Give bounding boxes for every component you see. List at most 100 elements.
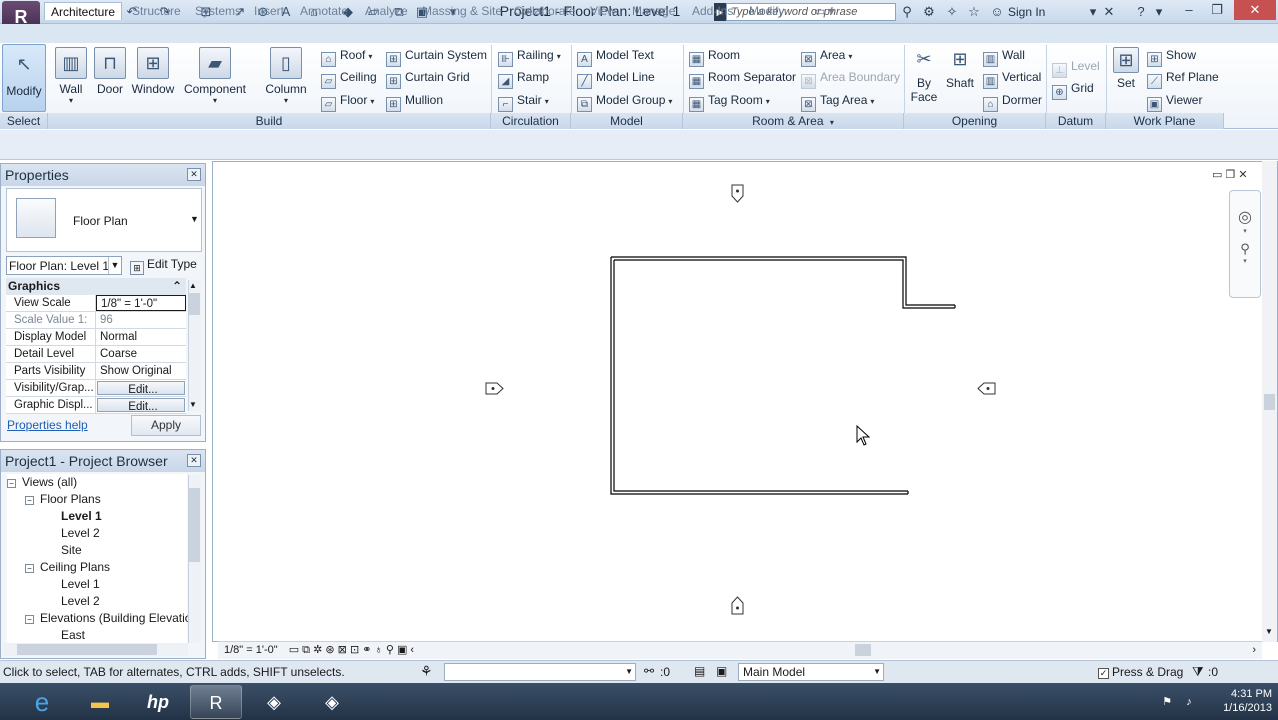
tab-structure[interactable]: Structure bbox=[132, 2, 181, 20]
model-line-button[interactable]: ╱ Model Line bbox=[577, 67, 655, 89]
app-taskbar-icon[interactable]: ◈ bbox=[248, 685, 300, 719]
temporary-hide-icon[interactable]: ⚭ bbox=[362, 644, 371, 656]
tray-volume-icon[interactable]: ♪ bbox=[1182, 695, 1196, 709]
steering-wheel-icon[interactable]: ◎ bbox=[1230, 207, 1260, 227]
communication-icon[interactable]: ✧ bbox=[943, 3, 961, 21]
scroll-up-icon[interactable]: ▲ bbox=[189, 281, 197, 290]
visibility-graphics-edit-button[interactable]: Edit... bbox=[97, 381, 185, 395]
roof-button[interactable]: ⌂ Roof ▾ bbox=[321, 45, 372, 67]
restore-window-icon[interactable]: ❐ bbox=[1204, 0, 1230, 20]
scrollbar-thumb[interactable] bbox=[189, 293, 200, 315]
browser-tree-item[interactable]: East bbox=[7, 627, 187, 644]
chevron-down-icon[interactable]: ▼ bbox=[108, 257, 121, 274]
design-option-edit-icon[interactable]: ▣ bbox=[716, 664, 727, 678]
file-explorer-icon[interactable]: ▬ bbox=[74, 685, 126, 719]
scroll-left-icon[interactable]: ‹ bbox=[410, 644, 414, 656]
zoom-icon[interactable]: ⚲ bbox=[1230, 241, 1260, 257]
subscription-icon[interactable]: ⚙ bbox=[920, 3, 938, 21]
detail-level-icon[interactable]: ▭ bbox=[289, 644, 299, 656]
ribbon-minimize-icon[interactable]: ▭ ▾ bbox=[814, 2, 835, 20]
help-icon[interactable]: ? bbox=[1132, 3, 1150, 21]
browser-tree-item[interactable]: − Ceiling Plans bbox=[7, 559, 187, 576]
sign-in-link[interactable]: Sign In bbox=[1008, 5, 1045, 19]
view-scale-select[interactable]: 1/8" = 1'-0" bbox=[96, 295, 186, 311]
tab-manage[interactable]: Manage bbox=[632, 2, 675, 20]
press-drag-checkbox[interactable]: ✓ Press & Drag bbox=[1098, 665, 1183, 679]
component-button[interactable]: ▰ Component ▾ bbox=[183, 47, 247, 105]
wall-button[interactable]: ▥ Wall ▾ bbox=[52, 47, 90, 105]
close-window-icon[interactable]: ✕ bbox=[1234, 0, 1276, 20]
tab-add-ins[interactable]: Add-Ins bbox=[692, 2, 733, 20]
tab-insert[interactable]: Insert bbox=[254, 2, 284, 20]
room-separator-button[interactable]: ▦ Room Separator bbox=[689, 67, 796, 89]
scroll-right-icon[interactable]: › bbox=[1252, 642, 1256, 659]
scrollbar-thumb[interactable] bbox=[1264, 394, 1275, 410]
minimize-window-icon[interactable]: – bbox=[1176, 0, 1202, 20]
reveal-hidden-icon[interactable]: ♁ bbox=[375, 644, 383, 656]
show-work-plane-button[interactable]: ⊞ Show bbox=[1147, 45, 1196, 67]
tab-collaborate[interactable]: Collaborate bbox=[514, 2, 575, 20]
favorites-star-icon[interactable]: ☆ bbox=[965, 3, 983, 21]
revit-taskbar-icon[interactable]: R bbox=[190, 685, 242, 719]
constraints-icon[interactable]: ▣ bbox=[397, 644, 407, 656]
tag-room-button[interactable]: ▦ Tag Room ▾ bbox=[689, 90, 770, 112]
app-taskbar-icon[interactable]: ◈ bbox=[306, 685, 358, 719]
scrollbar-thumb[interactable] bbox=[855, 644, 871, 656]
collapse-icon[interactable]: − bbox=[25, 496, 34, 505]
ref-plane-button[interactable]: ⟋ Ref Plane bbox=[1147, 67, 1219, 89]
room-button[interactable]: ▦ Room bbox=[689, 45, 740, 67]
view-scale-control[interactable]: 1/8" = 1'-0" bbox=[224, 644, 278, 656]
model-group-button[interactable]: ⧉ Model Group ▾ bbox=[577, 90, 672, 112]
browser-tree-item[interactable]: Level 1 bbox=[7, 576, 187, 593]
chevron-down-icon[interactable]: ▼ bbox=[190, 214, 199, 224]
browser-tree-item[interactable]: − Elevations (Building Elevatio bbox=[7, 610, 191, 627]
vertical-opening-button[interactable]: ▥ Vertical bbox=[983, 67, 1041, 89]
browser-tree-item[interactable]: Site bbox=[7, 542, 187, 559]
tab-architecture[interactable]: Architecture bbox=[44, 2, 123, 20]
group-graphics[interactable]: Graphics ⌃ bbox=[6, 278, 186, 295]
collapse-icon[interactable]: − bbox=[25, 564, 34, 573]
system-clock[interactable]: 4:31 PM 1/16/2013 bbox=[1200, 687, 1272, 715]
chevron-down-icon[interactable]: ▾ bbox=[1230, 227, 1260, 235]
curtain-grid-button[interactable]: ⊞ Curtain Grid bbox=[386, 67, 470, 89]
door-button[interactable]: ⊓ Door bbox=[92, 47, 128, 96]
modify-button[interactable]: ↖ Modify bbox=[2, 44, 46, 112]
instance-filter-select[interactable]: Floor Plan: Level 1 bbox=[6, 256, 122, 275]
railing-button[interactable]: ⊪ Railing ▾ bbox=[498, 45, 561, 67]
edit-type-button[interactable]: ⊞ Edit Type bbox=[130, 257, 197, 275]
ramp-button[interactable]: ◢ Ramp bbox=[498, 67, 549, 89]
chevron-down-icon[interactable]: ▾ bbox=[1230, 257, 1260, 265]
view-window-controls[interactable]: ▭ ❐ ✕ bbox=[1212, 168, 1248, 181]
help-dropdown-icon[interactable]: ▾ bbox=[1150, 3, 1168, 21]
tab-annotate[interactable]: Annotate bbox=[300, 2, 348, 20]
close-icon[interactable]: ✕ bbox=[187, 168, 201, 181]
properties-help-link[interactable]: Properties help bbox=[7, 418, 88, 432]
tag-area-button[interactable]: ⊠ Tag Area ▾ bbox=[801, 90, 874, 112]
ceiling-button[interactable]: ▱ Ceiling bbox=[321, 67, 377, 89]
tab-view[interactable]: View bbox=[590, 2, 616, 20]
workset-select[interactable]: ▼ bbox=[444, 663, 636, 681]
design-options-icon[interactable]: ▤ bbox=[694, 664, 705, 678]
floor-button[interactable]: ▱ Floor ▾ bbox=[321, 90, 374, 112]
apply-button[interactable]: Apply bbox=[131, 415, 201, 436]
visual-style-icon[interactable]: ⧉ bbox=[302, 644, 310, 656]
browser-tree-item[interactable]: Level 2 bbox=[7, 593, 187, 610]
scroll-down-icon[interactable]: ▼ bbox=[1265, 627, 1273, 636]
editing-requests-icon[interactable]: ⚯ bbox=[644, 664, 654, 678]
exchange-apps-icon[interactable]: ✕ bbox=[1100, 3, 1118, 21]
floor-plan-canvas[interactable] bbox=[212, 161, 1262, 641]
tab-massing-site[interactable]: Massing & Site bbox=[422, 2, 502, 20]
window-button[interactable]: ⊞ Window bbox=[130, 47, 176, 96]
model-text-button[interactable]: A Model Text bbox=[577, 45, 654, 67]
column-button[interactable]: ▯ Column ▾ bbox=[262, 47, 310, 105]
user-icon[interactable]: ☺ bbox=[988, 3, 1006, 21]
tab-modify[interactable]: Modify bbox=[749, 2, 784, 20]
shaft-button[interactable]: ⊞ Shaft bbox=[943, 47, 977, 90]
binoculars-icon[interactable]: ⚲ bbox=[898, 3, 916, 21]
collapse-icon[interactable]: − bbox=[25, 615, 34, 624]
tray-flag-icon[interactable]: ⚑ bbox=[1160, 695, 1174, 709]
shadows-icon[interactable]: ⊛ bbox=[325, 644, 334, 656]
browser-tree-item[interactable]: − Floor Plans bbox=[7, 491, 187, 508]
panel-label-room-area[interactable]: Room & Area ▾ bbox=[683, 113, 904, 129]
internet-explorer-icon[interactable]: e bbox=[16, 685, 68, 719]
